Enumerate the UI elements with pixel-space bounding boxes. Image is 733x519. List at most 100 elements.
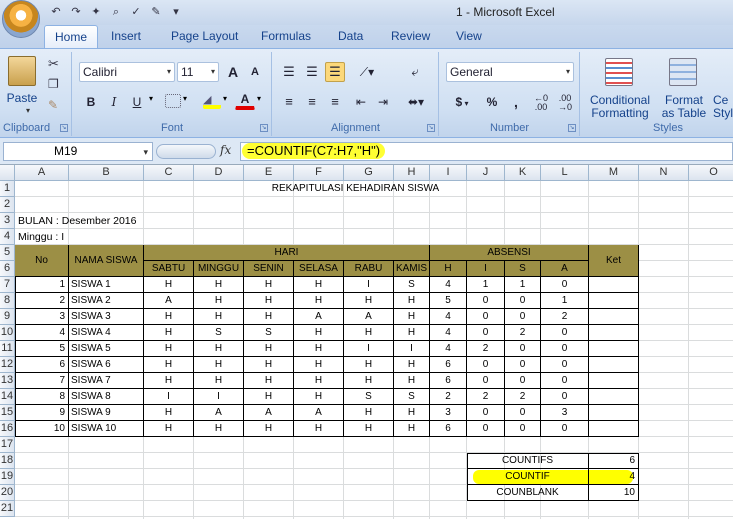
- record-day-status[interactable]: H: [294, 389, 344, 405]
- record-absence-count[interactable]: 0: [505, 293, 541, 309]
- record-absence-count[interactable]: 0: [505, 421, 541, 437]
- row-header[interactable]: 2: [0, 197, 15, 213]
- column-header[interactable]: B: [69, 165, 144, 181]
- font-size-select[interactable]: 11 ▾: [177, 62, 219, 82]
- orientation-icon[interactable]: ⟋▾: [353, 62, 381, 82]
- header-absensi[interactable]: ABSENSI: [430, 245, 589, 261]
- row-header[interactable]: 19: [0, 469, 15, 485]
- font-launcher-icon[interactable]: ↘: [260, 124, 268, 132]
- underline-dropdown-icon[interactable]: ▾: [149, 94, 153, 103]
- record-name[interactable]: SISWA 7: [69, 373, 144, 389]
- align-bottom-icon[interactable]: ☰: [325, 62, 345, 82]
- month-label[interactable]: BULAN : Desember 2016: [15, 213, 194, 229]
- record-day-status[interactable]: H: [394, 405, 430, 421]
- record-ket[interactable]: [589, 309, 639, 325]
- align-right-icon[interactable]: ≡: [325, 92, 345, 112]
- record-no[interactable]: 10: [15, 421, 69, 437]
- record-ket[interactable]: [589, 373, 639, 389]
- record-day-status[interactable]: H: [394, 309, 430, 325]
- column-header[interactable]: L: [541, 165, 589, 181]
- record-absence-count[interactable]: 2: [541, 309, 589, 325]
- record-day-status[interactable]: H: [244, 357, 294, 373]
- record-ket[interactable]: [589, 357, 639, 373]
- conditional-formatting-icon[interactable]: [605, 58, 633, 86]
- tab-review[interactable]: Review: [391, 29, 430, 43]
- record-absence-count[interactable]: 0: [505, 309, 541, 325]
- record-absence-count[interactable]: 6: [430, 421, 467, 437]
- tab-view[interactable]: View: [456, 29, 482, 43]
- record-day-status[interactable]: H: [244, 277, 294, 293]
- record-day-status[interactable]: A: [294, 309, 344, 325]
- record-day-status[interactable]: H: [194, 373, 244, 389]
- summary-label[interactable]: COUNTIFS: [467, 453, 589, 469]
- select-all-corner[interactable]: [0, 165, 15, 181]
- percent-button[interactable]: %: [482, 92, 502, 112]
- column-header[interactable]: C: [144, 165, 194, 181]
- row-header[interactable]: 9: [0, 309, 15, 325]
- record-absence-count[interactable]: 6: [430, 373, 467, 389]
- header-absence-type[interactable]: S: [505, 261, 541, 277]
- italic-button[interactable]: I: [104, 92, 124, 112]
- record-day-status[interactable]: H: [144, 325, 194, 341]
- record-day-status[interactable]: I: [394, 341, 430, 357]
- row-header[interactable]: 18: [0, 453, 15, 469]
- summary-value[interactable]: 10: [589, 485, 639, 501]
- record-day-status[interactable]: H: [294, 325, 344, 341]
- header-ket[interactable]: Ket: [589, 245, 639, 277]
- record-absence-count[interactable]: 0: [467, 405, 505, 421]
- record-absence-count[interactable]: 2: [467, 389, 505, 405]
- cut-icon[interactable]: ✂: [48, 56, 59, 72]
- header-day[interactable]: SENIN: [244, 261, 294, 277]
- align-middle-icon[interactable]: ☰: [302, 62, 322, 82]
- record-day-status[interactable]: S: [394, 389, 430, 405]
- record-no[interactable]: 5: [15, 341, 69, 357]
- summary-label[interactable]: COUNBLANK: [467, 485, 589, 501]
- record-absence-count[interactable]: 0: [541, 277, 589, 293]
- record-day-status[interactable]: H: [394, 357, 430, 373]
- record-no[interactable]: 6: [15, 357, 69, 373]
- record-absence-count[interactable]: 0: [467, 357, 505, 373]
- column-header[interactable]: E: [244, 165, 294, 181]
- row-header[interactable]: 1: [0, 181, 15, 197]
- header-day[interactable]: MINGGU: [194, 261, 244, 277]
- print-preview-icon[interactable]: ⌕: [108, 4, 124, 20]
- record-absence-count[interactable]: 2: [467, 341, 505, 357]
- record-absence-count[interactable]: 4: [430, 277, 467, 293]
- sheet-title[interactable]: REKAPITULASI KEHADIRAN SISWA: [15, 181, 639, 197]
- record-name[interactable]: SISWA 5: [69, 341, 144, 357]
- record-absence-count[interactable]: 0: [467, 421, 505, 437]
- row-header[interactable]: 5: [0, 245, 15, 261]
- record-name[interactable]: SISWA 2: [69, 293, 144, 309]
- decrease-decimal-button[interactable]: .00 →0: [554, 92, 576, 112]
- row-header[interactable]: 10: [0, 325, 15, 341]
- comma-button[interactable]: ,: [506, 92, 526, 112]
- wrap-text-icon[interactable]: ⤶: [403, 62, 427, 82]
- align-left-icon[interactable]: ≡: [279, 92, 299, 112]
- record-absence-count[interactable]: 1: [541, 293, 589, 309]
- record-absence-count[interactable]: 0: [467, 293, 505, 309]
- header-day[interactable]: RABU: [344, 261, 394, 277]
- record-day-status[interactable]: I: [194, 389, 244, 405]
- summary-value[interactable]: 6: [589, 453, 639, 469]
- shrink-font-button[interactable]: A: [245, 62, 265, 82]
- cell-styles-button[interactable]: Ce Style: [713, 94, 733, 120]
- record-absence-count[interactable]: 0: [505, 341, 541, 357]
- number-format-select[interactable]: General ▾: [446, 62, 574, 82]
- font-color-dropdown-icon[interactable]: ▾: [257, 94, 261, 103]
- formula-text[interactable]: =COUNTIF(C7:H7,"H"): [242, 143, 386, 159]
- column-header[interactable]: J: [467, 165, 505, 181]
- record-ket[interactable]: [589, 341, 639, 357]
- record-day-status[interactable]: H: [244, 421, 294, 437]
- record-day-status[interactable]: S: [194, 325, 244, 341]
- record-absence-count[interactable]: 0: [541, 341, 589, 357]
- record-day-status[interactable]: H: [144, 277, 194, 293]
- record-no[interactable]: 2: [15, 293, 69, 309]
- record-day-status[interactable]: H: [244, 309, 294, 325]
- record-absence-count[interactable]: 4: [430, 309, 467, 325]
- record-day-status[interactable]: A: [144, 293, 194, 309]
- record-day-status[interactable]: H: [394, 421, 430, 437]
- record-absence-count[interactable]: 0: [541, 357, 589, 373]
- fill-dropdown-icon[interactable]: ▾: [223, 94, 227, 103]
- formula-bar-splitter[interactable]: [156, 144, 216, 159]
- record-absence-count[interactable]: 2: [505, 325, 541, 341]
